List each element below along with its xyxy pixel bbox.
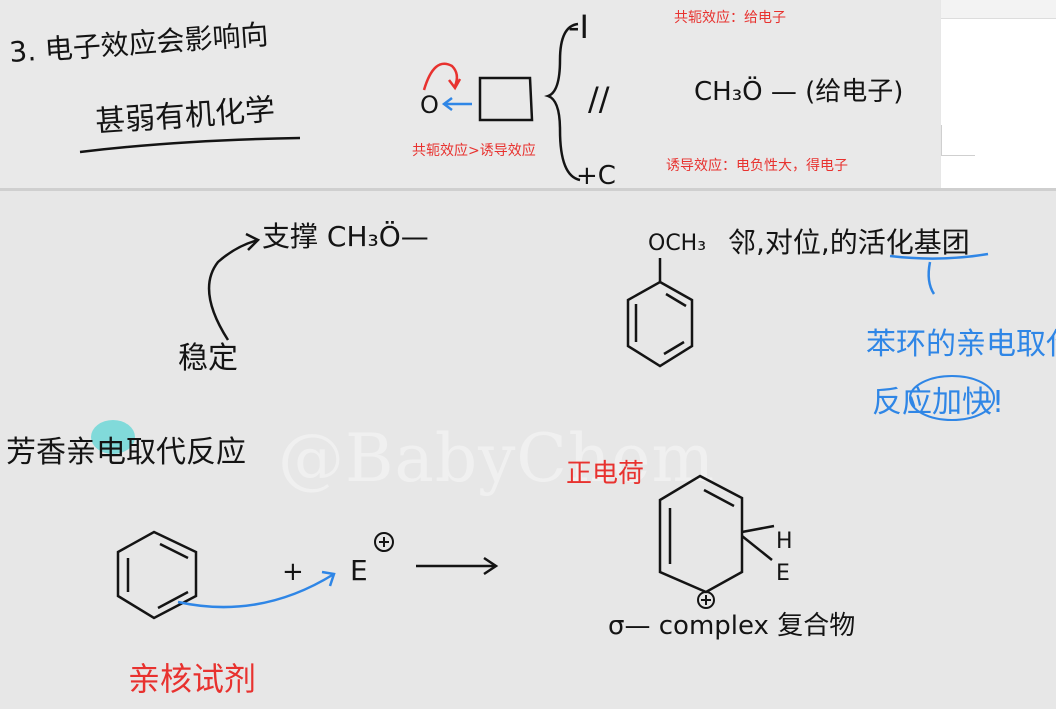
- curved-arrow: [207, 238, 259, 341]
- bond-to-h: [741, 524, 775, 534]
- positive-charge-label: 正电荷: [566, 459, 644, 489]
- title-line-1: 3. 电子效应会影响向: [8, 18, 269, 69]
- title-line-2: 甚弱有机化学: [94, 93, 276, 140]
- blue-attack-arrow: [177, 572, 335, 609]
- e-label: E: [776, 561, 790, 586]
- sigma-complex-ring: [658, 474, 744, 594]
- benzene-eas-label: 苯环的亲电取代: [866, 327, 1056, 362]
- anisole-ring: [626, 280, 694, 368]
- minus-i-label: -I: [568, 8, 589, 46]
- curly-brace: [544, 22, 581, 182]
- plus-sign: +: [282, 557, 304, 587]
- rate-up-label: 反应加快!: [872, 385, 1004, 420]
- electrophile-label: E: [350, 554, 368, 587]
- whiteboard: 共轭效应：给电子 共轭效应>诱导效应 诱导效应：电负性大，得电子 @BabyCh…: [0, 0, 1056, 709]
- h-label: H: [776, 529, 793, 554]
- bond-to-e: [741, 535, 773, 561]
- nucleophile-label: 亲核试剂: [128, 660, 256, 698]
- sigma-complex-label: σ— complex 复合物: [608, 611, 855, 641]
- double-bond: [157, 590, 189, 610]
- benzene-ring: [116, 530, 198, 620]
- plus-c-label: +C: [576, 161, 616, 191]
- aromatic-eas-label: 芳香亲电取代反应: [6, 435, 246, 470]
- stable-label: 稳定: [178, 341, 238, 376]
- op-activating-label: 邻,对位,的活化基团: [728, 226, 970, 259]
- equals-label: //: [588, 80, 610, 118]
- blue-tick: [927, 261, 936, 295]
- och3-label: OCH₃: [648, 231, 706, 256]
- ch3o-donate-label: CH₃Ö — (给电子): [694, 75, 903, 107]
- support-label: 支撑 CH₃Ö—: [262, 219, 429, 253]
- title-underline: [79, 136, 301, 154]
- substituent-box: [478, 76, 534, 122]
- oxygen-label: O: [420, 91, 439, 119]
- red-arrowhead: [448, 78, 462, 91]
- drawing-canvas: 3. 电子效应会影响向 甚弱有机化学 O -I // +C CH₃Ö — (给电…: [6, 8, 1056, 698]
